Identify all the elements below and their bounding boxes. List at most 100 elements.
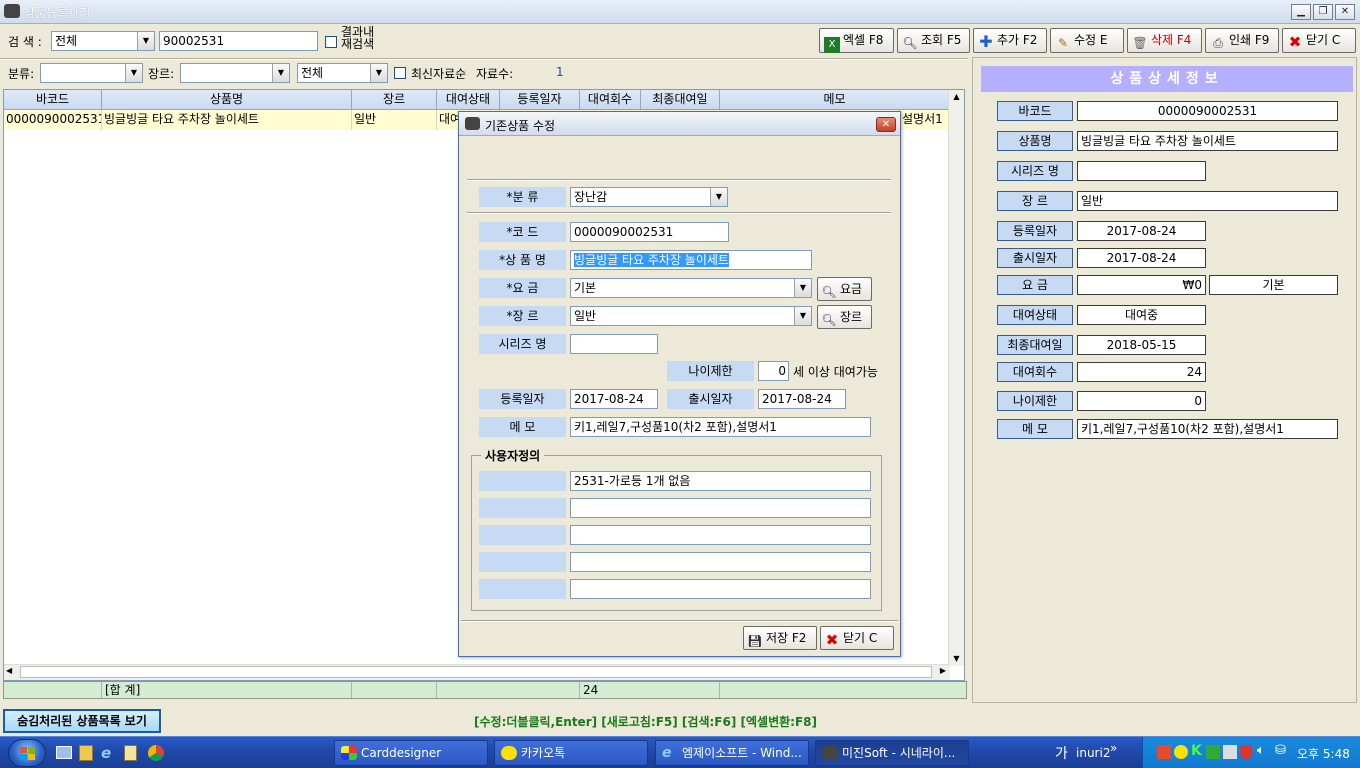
in-result-checkbox[interactable] (325, 36, 337, 48)
taskbar-item-mijinsoft[interactable]: 미진Soft - 시네라이... (815, 740, 969, 766)
grid-horizontal-scrollbar[interactable]: ◀ ▶ (4, 664, 950, 680)
close-icon: ✖ (825, 631, 839, 649)
close-button[interactable]: ✖ 닫기 C (1282, 28, 1356, 53)
col-header-barcode[interactable]: 바코드 (4, 90, 102, 110)
restore-button[interactable]: ❐ (1313, 4, 1333, 20)
category-label: 분류: (8, 67, 35, 81)
search-type-select[interactable]: 전체 ▼ (51, 31, 155, 51)
ime-indicator[interactable]: 가 (1055, 743, 1068, 763)
kakaotalk-tray-icon[interactable] (1174, 745, 1188, 759)
detail-status: 대여중 (1077, 305, 1206, 325)
scroll-up-icon[interactable]: ▲ (949, 90, 964, 104)
dlg-category-select[interactable]: 장난감 ▼ (570, 187, 728, 207)
magnifier-icon: 🔍︎ (902, 36, 918, 50)
col-header-name[interactable]: 상품명 (102, 90, 352, 110)
chevron-right-icon[interactable]: » (1110, 741, 1117, 755)
detail-barcode: 0000090002531 (1077, 101, 1338, 121)
chevron-down-icon: ▼ (710, 188, 727, 206)
detail-title: 상품상세정보 (981, 66, 1353, 92)
hidden-products-button[interactable]: 숨김처리된 상품목록 보기 (3, 709, 161, 733)
dlg-genre-value: 일반 (574, 309, 597, 323)
detail-memo: 키1,레일7,구성품10(차2 포함),설명서1 (1077, 419, 1338, 439)
col-header-rentals[interactable]: 대여회수 (580, 90, 641, 110)
dlg-fee-button-label: 요금 (840, 282, 863, 296)
query-label: 조회 F5 (921, 33, 962, 47)
show-desktop-icon[interactable] (56, 746, 72, 759)
dlg-label-code: *코 드 (479, 222, 566, 242)
search-input[interactable]: 90002531 (159, 31, 318, 51)
col-header-last-rental[interactable]: 최종대여일 (641, 90, 720, 110)
dlg-code-input[interactable]: 0000090002531 (570, 222, 729, 242)
dialog-close-icon[interactable]: ✕ (876, 117, 896, 132)
tray-k-icon[interactable]: K (1191, 743, 1202, 759)
chevron-down-icon: ▼ (794, 279, 811, 297)
explorer-icon[interactable] (79, 745, 93, 761)
grid-vertical-scrollbar[interactable]: ▲ ▼ (948, 90, 964, 666)
scroll-thumb[interactable] (20, 666, 932, 678)
scroll-right-icon[interactable]: ▶ (940, 666, 946, 675)
detail-rentals: 24 (1077, 362, 1206, 382)
user-field-input[interactable] (570, 552, 871, 572)
newest-checkbox[interactable] (394, 67, 406, 79)
tray-keyboard-icon[interactable] (1223, 745, 1237, 759)
genre-select[interactable]: ▼ (180, 63, 290, 83)
dlg-fee-select[interactable]: 기본 ▼ (570, 278, 812, 298)
dlg-series-input[interactable] (570, 334, 658, 354)
taskbar-item-kakaotalk[interactable]: 카카오톡 (494, 740, 648, 766)
tray-app-icon[interactable] (1157, 745, 1171, 759)
status-select[interactable]: 전체 ▼ (297, 63, 388, 83)
col-header-status[interactable]: 대여상태 (437, 90, 500, 110)
taskbar-item-mjsoft[interactable]: e 엠제이소프트 - Wind... (655, 740, 809, 766)
dlg-genre-select[interactable]: 일반 ▼ (570, 306, 812, 326)
dlg-label-memo: 메 모 (479, 417, 566, 437)
user-field-input[interactable] (570, 498, 871, 518)
taskbar-item-carddesigner[interactable]: Carddesigner (334, 740, 488, 766)
dlg-release-date-input[interactable]: 2017-08-24 (758, 389, 846, 409)
volume-icon[interactable]: 🔈︎ (1257, 743, 1265, 758)
add-label: 추가 F2 (997, 33, 1038, 47)
chevron-down-icon: ▼ (272, 64, 289, 82)
excel-icon: X (824, 37, 840, 53)
col-header-reg-date[interactable]: 등록일자 (500, 90, 580, 110)
dlg-fee-button[interactable]: 🔍︎ 요금 (817, 277, 872, 301)
edit-product-dialog[interactable]: 기존상품 수정 ✕ *분 류 장난감 ▼ *코 드 0000090002531 … (458, 111, 901, 657)
col-header-memo[interactable]: 메모 (720, 90, 950, 110)
minimize-button[interactable]: ▁ (1291, 4, 1311, 20)
notes-icon[interactable] (124, 745, 137, 761)
dlg-save-button[interactable]: 💾︎ 저장 F2 (743, 626, 817, 650)
print-button[interactable]: ⎙ 인쇄 F9 (1205, 28, 1279, 53)
scroll-down-icon[interactable]: ▼ (949, 652, 964, 666)
clock[interactable]: 오후 5:48 (1297, 745, 1350, 762)
user-field-input[interactable] (570, 579, 871, 599)
dlg-genre-button[interactable]: 🔍︎ 장르 (817, 305, 872, 329)
user-field-input[interactable] (570, 525, 871, 545)
user-defined-title: 사용자정의 (481, 447, 545, 464)
query-button[interactable]: 🔍︎ 조회 F5 (897, 28, 970, 53)
dlg-name-input[interactable]: 빙글빙글 타요 주차장 놀이세트 (570, 250, 812, 270)
excel-button[interactable]: X 엑셀 F8 (819, 28, 894, 53)
start-button[interactable] (8, 739, 46, 767)
network-icon[interactable]: ⛁ (1275, 743, 1286, 758)
col-header-genre[interactable]: 장르 (352, 90, 437, 110)
shield-icon[interactable] (1240, 745, 1252, 759)
ie-icon[interactable]: e (101, 744, 111, 762)
edit-button[interactable]: ✎ 수정 E (1050, 28, 1124, 53)
chrome-icon[interactable] (148, 745, 164, 761)
user-field-label (479, 498, 566, 518)
scroll-left-icon[interactable]: ◀ (6, 666, 12, 675)
add-button[interactable]: ✚ 추가 F2 (973, 28, 1047, 53)
detail-fee: ₩0 (1077, 275, 1206, 295)
tray-monitor-icon[interactable] (1206, 745, 1220, 759)
user-field-input[interactable]: 2531-가로등 1개 없음 (570, 471, 871, 491)
category-select[interactable]: ▼ (40, 63, 143, 83)
dlg-close-button[interactable]: ✖ 닫기 C (820, 626, 894, 650)
count-value: 1 (556, 65, 564, 79)
windows-logo-part (20, 754, 27, 760)
dlg-memo-input[interactable]: 키1,레일7,구성품10(차2 포함),설명서1 (570, 417, 871, 437)
detail-release-date: 2017-08-24 (1077, 248, 1206, 268)
dlg-reg-date-input[interactable]: 2017-08-24 (570, 389, 658, 409)
dialog-titlebar[interactable]: 기존상품 수정 ✕ (459, 112, 900, 136)
dlg-age-input[interactable]: 0 (758, 361, 789, 381)
delete-button[interactable]: 🗑︎ 삭제 F4 (1127, 28, 1202, 53)
close-window-button[interactable]: ✕ (1335, 4, 1355, 20)
